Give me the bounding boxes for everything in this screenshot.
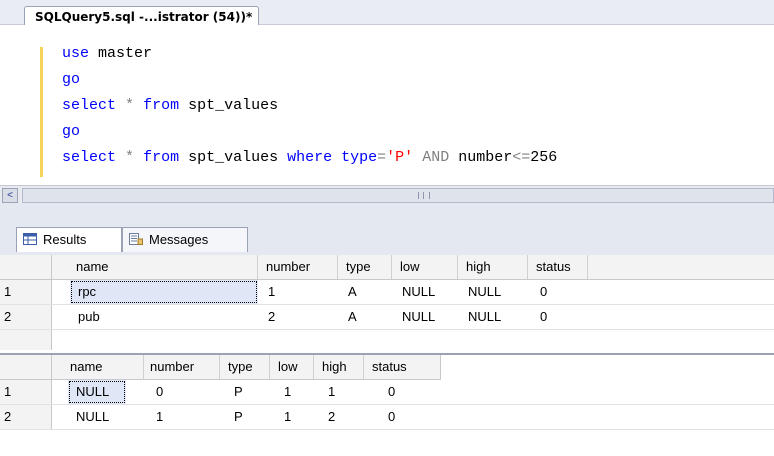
column-header-high[interactable]: high [458, 255, 528, 279]
code-token: from [143, 149, 180, 166]
column-header-type[interactable]: type [220, 355, 270, 379]
code-line-1: use master [62, 45, 152, 63]
column-header-name[interactable]: name [70, 255, 258, 279]
column-header-low[interactable]: low [392, 255, 458, 279]
cell-number[interactable]: 1 [144, 405, 220, 429]
grid-1-corner [0, 255, 52, 279]
column-header-status[interactable]: status [364, 355, 440, 379]
cell-number[interactable]: 2 [258, 305, 338, 329]
cell-status[interactable]: 0 [364, 405, 440, 429]
code-token: where [287, 149, 333, 166]
code-token: use [62, 45, 90, 62]
cell-name[interactable]: NULL [68, 405, 126, 429]
document-tab-strip: SQLQuery5.sql -...istrator (54))* [0, 0, 774, 27]
column-header-low[interactable]: low [270, 355, 314, 379]
column-header-number[interactable]: number [144, 355, 220, 379]
cell-high[interactable]: NULL [458, 305, 528, 329]
tab-messages[interactable]: Messages [122, 227, 248, 252]
grid-2-header: name number type low high status [0, 355, 441, 380]
scroll-left-arrow-icon[interactable]: < [2, 188, 18, 203]
tab-results-label: Results [43, 232, 87, 247]
column-header-type[interactable]: type [338, 255, 392, 279]
code-line-4: go [62, 123, 80, 141]
grid-2-corner [0, 355, 52, 379]
cell-type[interactable]: A [338, 280, 392, 304]
row-number[interactable]: 1 [0, 280, 52, 304]
cell-type[interactable]: P [220, 380, 270, 404]
cell-number[interactable]: 1 [258, 280, 338, 304]
tab-messages-label: Messages [149, 232, 209, 247]
row-number[interactable]: 2 [0, 405, 52, 429]
result-grid-1[interactable]: name number type low high status 1 rpc 1… [0, 255, 774, 355]
row-number[interactable]: 1 [0, 380, 52, 404]
table-row[interactable]: 1 NULL 0 P 1 1 0 [0, 380, 774, 405]
results-tab-strip: Results Messages [0, 203, 774, 256]
code-token: number [449, 149, 513, 166]
code-line-3: select * from spt_values [62, 97, 278, 115]
cell-high[interactable]: 1 [314, 380, 364, 404]
column-header-high[interactable]: high [314, 355, 364, 379]
code-token: from [143, 97, 180, 114]
grid-1-header: name number type low high status [0, 255, 774, 280]
table-row[interactable]: 2 pub 2 A NULL NULL 0 [0, 305, 774, 330]
code-line-5: select * from spt_values where type='P' … [62, 149, 557, 167]
row-number [0, 330, 52, 350]
cell-status[interactable]: 0 [364, 380, 440, 404]
code-token: type [341, 149, 378, 166]
cell-name[interactable]: pub [70, 305, 258, 329]
code-line-2: go [62, 71, 80, 89]
code-token: spt_values [179, 149, 288, 166]
query-document-tab[interactable]: SQLQuery5.sql -...istrator (54))* [24, 6, 260, 27]
code-token: 'P' [386, 149, 414, 166]
code-token: * [125, 149, 135, 166]
code-token: go [62, 123, 81, 140]
table-row-partial [0, 330, 774, 350]
sql-editor[interactable]: use master go select * from spt_values g… [0, 25, 774, 185]
code-token: master [89, 45, 153, 62]
cell-low[interactable]: NULL [392, 305, 458, 329]
cell-number[interactable]: 0 [144, 380, 220, 404]
cell-high[interactable]: NULL [458, 280, 528, 304]
cell-type[interactable]: A [338, 305, 392, 329]
change-tracking-margin [40, 47, 43, 177]
results-pane: Results Messages name number type low hi… [0, 203, 774, 456]
code-token: go [62, 71, 81, 88]
table-row[interactable]: 1 rpc 1 A NULL NULL 0 [0, 280, 774, 305]
row-number[interactable]: 2 [0, 305, 52, 329]
cell-status[interactable]: 0 [528, 305, 588, 329]
code-token: select [62, 149, 117, 166]
cell-low[interactable]: NULL [392, 280, 458, 304]
messages-icon [129, 233, 143, 245]
code-token: select [62, 97, 117, 114]
code-token: 256 [530, 149, 558, 166]
cell-name[interactable]: NULL [68, 380, 126, 404]
grid-icon [23, 233, 37, 245]
cell-status[interactable]: 0 [528, 280, 588, 304]
column-header-status[interactable]: status [528, 255, 588, 279]
table-row[interactable]: 2 NULL 1 P 1 2 0 [0, 405, 774, 430]
cell-high[interactable]: 2 [314, 405, 364, 429]
editor-horizontal-scrollbar[interactable]: < [0, 185, 774, 204]
tab-results[interactable]: Results [16, 227, 122, 252]
column-header-number[interactable]: number [258, 255, 338, 279]
code-token: AND [422, 149, 450, 166]
code-token: * [125, 97, 135, 114]
code-token: spt_values [179, 97, 279, 114]
cell-type[interactable]: P [220, 405, 270, 429]
cell-low[interactable]: 1 [270, 380, 314, 404]
column-header-name[interactable]: name [62, 355, 144, 379]
scrollbar-thumb[interactable] [22, 188, 774, 203]
cell-name[interactable]: rpc [70, 280, 258, 304]
scrollbar-grip-icon [418, 192, 430, 199]
result-grid-2[interactable]: name number type low high status 1 NULL … [0, 355, 774, 456]
code-token: = [377, 149, 387, 166]
code-token: <= [512, 149, 531, 166]
cell-low[interactable]: 1 [270, 405, 314, 429]
